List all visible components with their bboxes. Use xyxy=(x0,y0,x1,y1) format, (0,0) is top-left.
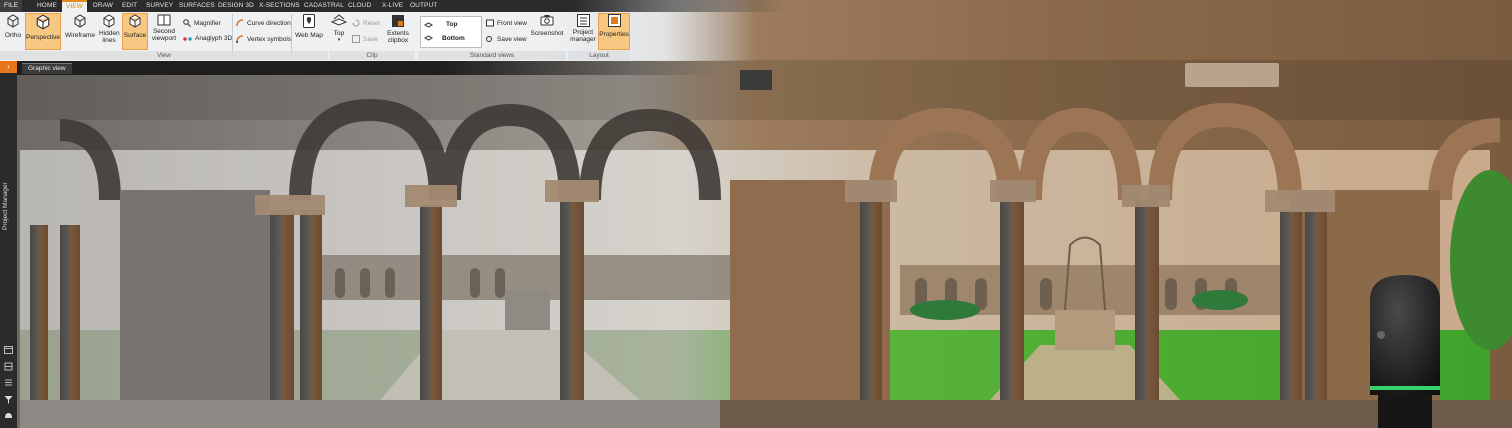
laser-scanner-icon xyxy=(1370,275,1440,428)
view-bottom-icon xyxy=(424,35,433,41)
perspective-button[interactable]: Perspective xyxy=(25,13,61,50)
tab-x-sections[interactable]: X-SECTIONS xyxy=(255,0,304,12)
properties-icon xyxy=(607,14,621,27)
tab-surfaces[interactable]: SURFACES xyxy=(175,0,219,12)
web-map-label: Web Map xyxy=(295,32,323,39)
tab-output[interactable]: OUTPUT xyxy=(406,0,441,12)
tab-design-3d[interactable]: DESIGN 3D xyxy=(214,0,258,12)
view-bottom-label: Bottom xyxy=(442,35,465,42)
save-icon xyxy=(352,35,360,43)
curve-direction-label: Curve direction xyxy=(247,19,291,27)
surface-button[interactable]: Surface xyxy=(122,13,148,50)
clip-save-button[interactable]: Save xyxy=(352,35,378,43)
properties-button[interactable]: Properties xyxy=(598,13,630,50)
view-top-label: Top xyxy=(446,21,458,28)
group-label-view: View xyxy=(0,51,328,60)
hidden-lines-button[interactable]: Hidden lines xyxy=(98,14,120,50)
properties-label: Properties xyxy=(599,31,629,38)
helmet-icon[interactable] xyxy=(4,411,13,420)
graphic-view-tab[interactable]: Graphic view xyxy=(22,63,72,74)
project-manager-icon xyxy=(576,14,590,27)
clip-reset-button[interactable]: Reset xyxy=(352,19,380,27)
sidebar-toggle-button[interactable]: › xyxy=(0,61,17,73)
extents-clipbox-label: Extents clipbox xyxy=(387,30,409,44)
curve-direction-button[interactable]: Curve direction xyxy=(236,19,291,27)
group-label-layout: Layout xyxy=(568,51,630,60)
project-manager-label[interactable]: Project Manager xyxy=(2,182,9,230)
curve-direction-icon xyxy=(236,19,244,27)
tab-edit[interactable]: EDIT xyxy=(118,0,141,12)
map-pin-icon xyxy=(303,14,315,28)
wireframe-cube-icon xyxy=(74,14,86,28)
vertex-symbols-button[interactable]: Vertex symbols xyxy=(236,35,291,43)
filter-icon[interactable] xyxy=(4,395,13,404)
clip-top-label: Top xyxy=(333,30,345,37)
cube-icon xyxy=(7,14,19,28)
vertex-symbols-label: Vertex symbols xyxy=(247,35,292,43)
surface-label: Surface xyxy=(123,32,147,39)
vertex-symbols-icon xyxy=(236,35,244,43)
clip-save-label: Save xyxy=(363,35,378,43)
view-top-icon xyxy=(424,22,433,28)
tab-cloud[interactable]: CLOUD xyxy=(344,0,375,12)
hidden-lines-label: Hidden lines xyxy=(99,30,120,44)
wireframe-button[interactable]: Wireframe xyxy=(63,14,97,48)
project-manager-button[interactable]: Project manager xyxy=(569,14,597,50)
anaglyph-3d-button[interactable]: Anaglyph 3D xyxy=(183,35,232,42)
front-view-label: Front view xyxy=(497,19,527,27)
tab-view[interactable]: VIEW xyxy=(62,0,88,12)
reset-icon xyxy=(352,19,360,27)
glasses-icon xyxy=(183,36,192,41)
save-view-label: Save view xyxy=(497,35,527,43)
clip-reset-label: Reset xyxy=(363,19,380,27)
extents-clipbox-icon xyxy=(392,15,404,27)
tab-survey[interactable]: SURVEY xyxy=(142,0,177,12)
ortho-button[interactable]: Ortho xyxy=(2,14,24,48)
save-view-button[interactable]: Save view xyxy=(486,35,527,43)
viewport-icon xyxy=(157,14,171,26)
front-view-button[interactable]: Front view xyxy=(486,19,527,27)
chevron-down-icon: ▾ xyxy=(337,37,341,43)
anaglyph-label: Anaglyph 3D xyxy=(195,35,233,42)
document-tab-strip xyxy=(17,61,717,75)
group-label-clip: Clip xyxy=(329,51,415,60)
tab-draw[interactable]: DRAW xyxy=(89,0,117,12)
menu-bar: FILE HOME VIEW DRAW EDIT SURVEY SURFACES… xyxy=(0,0,1512,12)
project-manager-label: Project manager xyxy=(570,29,596,43)
clip-plane-icon xyxy=(331,14,347,26)
layers-icon[interactable] xyxy=(4,362,13,371)
web-map-button[interactable]: Web Map xyxy=(294,14,324,48)
surface-cube-icon xyxy=(129,14,141,28)
magnifier-button[interactable]: Magnifier xyxy=(183,19,221,27)
tab-file[interactable]: FILE xyxy=(0,0,23,12)
front-view-icon xyxy=(486,19,494,27)
tab-x-live[interactable]: X-LIVE xyxy=(378,0,407,12)
view-bottom-item[interactable]: Bottom xyxy=(424,35,465,42)
second-viewport-button[interactable]: Second viewport xyxy=(149,14,179,50)
second-viewport-label: Second viewport xyxy=(151,28,177,42)
wireframe-label: Wireframe xyxy=(65,32,95,39)
project-manager-sidebar xyxy=(0,61,17,428)
clip-top-button[interactable]: Top ▾ xyxy=(330,14,348,50)
list-icon[interactable] xyxy=(4,378,13,387)
save-view-icon xyxy=(486,36,492,42)
view-top-item[interactable]: Top xyxy=(424,21,457,28)
ortho-label: Ortho xyxy=(4,32,22,39)
magnifier-icon xyxy=(183,19,191,27)
camera-icon xyxy=(540,15,554,26)
calendar-icon[interactable] xyxy=(4,345,13,354)
tab-home[interactable]: HOME xyxy=(33,0,61,12)
screenshot-button[interactable]: Screenshot xyxy=(530,14,564,48)
extents-clipbox-button[interactable]: Extents clipbox xyxy=(383,14,413,50)
magnifier-label: Magnifier xyxy=(194,19,221,27)
hidden-lines-cube-icon xyxy=(103,14,115,28)
ribbon: FILE HOME VIEW DRAW EDIT SURVEY SURFACES… xyxy=(0,0,1512,61)
perspective-cube-icon xyxy=(36,14,50,30)
screenshot-label: Screenshot xyxy=(530,30,564,37)
tab-cadastral[interactable]: CADASTRAL xyxy=(300,0,348,12)
group-label-standard-views: Standard views xyxy=(418,51,566,60)
perspective-label: Perspective xyxy=(26,34,60,41)
